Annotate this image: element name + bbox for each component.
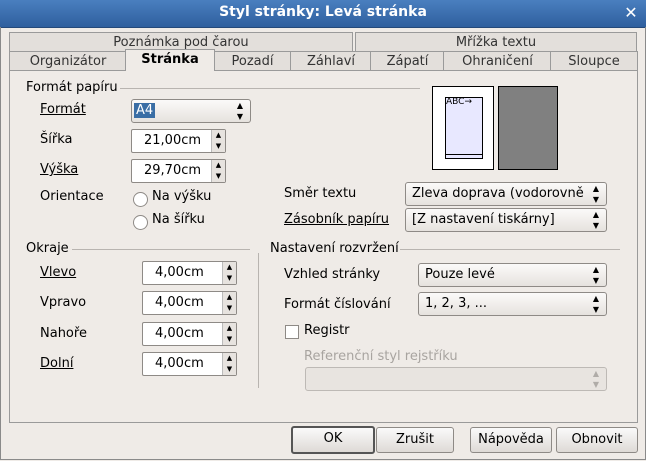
numbering-format-select[interactable]: 1, 2, 3, ... ▲ ▼ (418, 292, 607, 316)
divider (400, 249, 620, 250)
paper-tray-value: [Z nastavení tiskárny] (412, 212, 555, 227)
margins-heading: Okraje (26, 241, 69, 256)
numbering-format-label: Formát číslování (284, 297, 391, 312)
divider (120, 88, 420, 89)
ok-button[interactable]: OK (291, 426, 375, 454)
spin-arrows-icon: ▲ ▼ (592, 265, 600, 285)
page-preview: ABC→ (432, 86, 494, 170)
margin-right-stepper[interactable]: ▲ ▼ (222, 292, 236, 314)
height-stepper[interactable]: ▲ ▼ (211, 160, 225, 182)
paper-tray-label: Zásobník papíru (284, 212, 390, 227)
paper-tray-select[interactable]: [Z nastavení tiskárny] ▲ ▼ (405, 208, 607, 232)
spin-arrows-icon: ▲ ▼ (236, 101, 244, 121)
margin-top-label: Nahoře (40, 326, 87, 341)
layout-settings-heading: Nastavení rozvržení (270, 241, 399, 256)
format-value: A4 (134, 103, 156, 118)
numbering-format-value: 1, 2, 3, ... (425, 296, 488, 311)
register-checkbox[interactable] (285, 325, 299, 339)
vertical-divider (258, 253, 259, 388)
page-preview-dark (498, 86, 558, 170)
preview-text: ABC→ (446, 97, 472, 107)
width-label: Šířka (40, 132, 73, 147)
margin-top-value: 4,00cm (155, 326, 204, 341)
height-value: 29,70cm (144, 163, 202, 178)
margin-bottom-field[interactable]: 4,00cm ▲ ▼ (142, 352, 237, 376)
width-value: 21,00cm (144, 133, 202, 148)
margin-left-field[interactable]: 4,00cm ▲ ▼ (142, 261, 237, 285)
margin-right-label: Vpravo (40, 295, 87, 310)
height-label: Výška (40, 162, 79, 177)
landscape-label: Na šířku (152, 212, 205, 227)
orientation-label: Orientace (40, 189, 104, 204)
format-select[interactable]: A4 ▲ ▼ (131, 99, 251, 123)
margin-bottom-stepper[interactable]: ▲ ▼ (222, 353, 236, 375)
page-preview-sheet: ABC→ (445, 97, 483, 159)
margin-top-field[interactable]: 4,00cm ▲ ▼ (142, 322, 237, 346)
page-view-select[interactable]: Pouze levé ▲ ▼ (418, 263, 607, 287)
margin-right-value: 4,00cm (155, 295, 204, 310)
paper-format-heading: Formát papíru (26, 80, 118, 95)
margin-left-label: Vlevo (40, 265, 77, 280)
cancel-button[interactable]: Zrušit (376, 427, 454, 453)
margin-top-stepper[interactable]: ▲ ▼ (222, 323, 236, 345)
text-direction-value: Zleva doprava (vodorovně (412, 186, 584, 201)
spin-arrows-icon: ▲ ▼ (592, 184, 600, 204)
spin-arrows-icon: ▲ ▼ (592, 210, 600, 230)
margin-bottom-value: 4,00cm (155, 356, 204, 371)
margin-left-value: 4,00cm (155, 265, 204, 280)
landscape-radio[interactable] (133, 215, 148, 230)
margin-bottom-label: Dolní (40, 356, 74, 371)
width-stepper[interactable]: ▲ ▼ (211, 130, 225, 152)
height-field[interactable]: 29,70cm ▲ ▼ (131, 159, 226, 183)
page-view-label: Vzhled stránky (284, 267, 381, 282)
reference-style-select[interactable]: ▲ ▼ (305, 367, 607, 391)
portrait-label: Na výšku (152, 189, 212, 204)
reference-style-label: Referenční styl rejstříku (304, 349, 458, 364)
margin-right-field[interactable]: 4,00cm ▲ ▼ (142, 291, 237, 315)
format-label: Formát (40, 102, 86, 117)
spin-arrows-icon: ▲ ▼ (592, 294, 600, 314)
page-view-value: Pouze levé (425, 267, 495, 282)
portrait-radio[interactable] (133, 192, 148, 207)
divider (72, 249, 250, 250)
spin-arrows-icon: ▲ ▼ (592, 369, 600, 389)
text-direction-select[interactable]: Zleva doprava (vodorovně ▲ ▼ (405, 182, 607, 206)
register-label: Registr (304, 323, 350, 338)
text-direction-label: Směr textu (284, 186, 357, 201)
margin-left-stepper[interactable]: ▲ ▼ (222, 262, 236, 284)
help-button[interactable]: Nápověda (470, 427, 552, 453)
width-field[interactable]: 21,00cm ▲ ▼ (131, 129, 226, 153)
reset-button[interactable]: Obnovit (556, 427, 638, 453)
